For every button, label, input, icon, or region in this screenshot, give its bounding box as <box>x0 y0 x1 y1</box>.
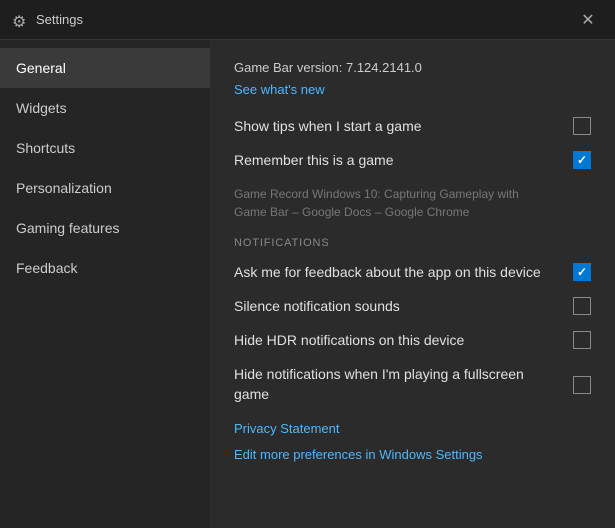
close-button[interactable]: ✕ <box>573 5 603 35</box>
hide-hdr-label: Hide HDR notifications on this device <box>234 332 573 348</box>
sidebar: GeneralWidgetsShortcutsPersonalizationGa… <box>0 40 210 528</box>
ask-feedback-label: Ask me for feedback about the app on thi… <box>234 264 573 280</box>
silence-sounds-checkbox[interactable] <box>573 297 591 315</box>
notifications-heading: NOTIFICATIONS <box>234 237 591 249</box>
sidebar-item-widgets[interactable]: Widgets <box>0 88 210 128</box>
remember-game-row: Remember this is a game <box>234 151 591 169</box>
version-text: Game Bar version: 7.124.2141.0 <box>234 60 591 75</box>
show-tips-label: Show tips when I start a game <box>234 118 573 134</box>
main-panel: Game Bar version: 7.124.2141.0 See what'… <box>210 40 615 528</box>
hide-fullscreen-row: Hide notifications when I'm playing a fu… <box>234 365 591 404</box>
settings-icon: ⚙ <box>12 12 28 28</box>
sidebar-item-gaming-features[interactable]: Gaming features <box>0 208 210 248</box>
sidebar-item-general[interactable]: General <box>0 48 210 88</box>
show-tips-checkbox[interactable] <box>573 117 591 135</box>
hide-fullscreen-checkbox[interactable] <box>573 376 591 394</box>
remember-game-label: Remember this is a game <box>234 152 573 168</box>
settings-window: ⚙ Settings ✕ GeneralWidgetsShortcutsPers… <box>0 0 615 528</box>
hide-fullscreen-label: Hide notifications when I'm playing a fu… <box>234 365 573 404</box>
privacy-statement-link[interactable]: Privacy Statement <box>234 421 340 436</box>
ask-feedback-checkbox[interactable] <box>573 263 591 281</box>
window-content: GeneralWidgetsShortcutsPersonalizationGa… <box>0 40 615 528</box>
show-tips-row: Show tips when I start a game <box>234 117 591 135</box>
window-title: Settings <box>36 12 573 27</box>
sidebar-item-feedback[interactable]: Feedback <box>0 248 210 288</box>
ask-feedback-row: Ask me for feedback about the app on thi… <box>234 263 591 281</box>
hide-hdr-checkbox[interactable] <box>573 331 591 349</box>
see-whats-new-link[interactable]: See what's new <box>234 82 325 97</box>
edit-preferences-link[interactable]: Edit more preferences in Windows Setting… <box>234 447 483 462</box>
hide-hdr-row: Hide HDR notifications on this device <box>234 331 591 349</box>
sidebar-item-shortcuts[interactable]: Shortcuts <box>0 128 210 168</box>
silence-sounds-label: Silence notification sounds <box>234 298 573 314</box>
remember-game-checkbox[interactable] <box>573 151 591 169</box>
game-context-text: Game Record Windows 10: Capturing Gamepl… <box>234 185 591 221</box>
sidebar-item-personalization[interactable]: Personalization <box>0 168 210 208</box>
title-bar: ⚙ Settings ✕ <box>0 0 615 40</box>
silence-sounds-row: Silence notification sounds <box>234 297 591 315</box>
